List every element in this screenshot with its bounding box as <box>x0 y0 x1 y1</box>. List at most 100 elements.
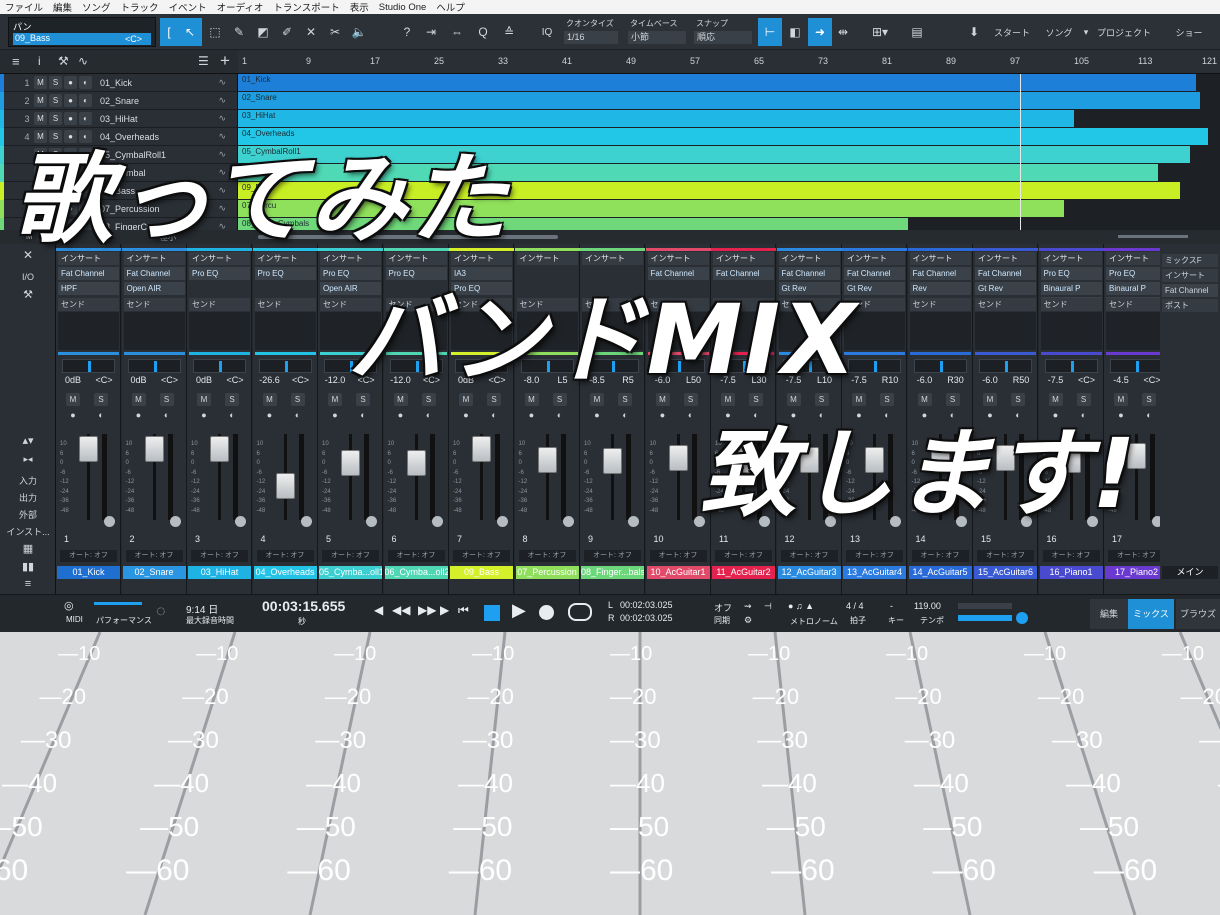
menu-item[interactable]: トランスポート <box>268 0 344 14</box>
automation-mode[interactable]: オート: オフ <box>780 550 838 562</box>
mute-button[interactable]: M <box>262 393 277 406</box>
mute-tool-icon[interactable]: ✕ <box>300 18 322 46</box>
list-icon[interactable]: ≡ <box>12 54 20 69</box>
insert-plugin[interactable]: HPF <box>58 282 119 295</box>
mute-button[interactable]: M <box>328 393 342 406</box>
audio-clip[interactable]: 01_Kick <box>238 74 1196 91</box>
volume-readout[interactable]: -12.0 <box>320 375 350 385</box>
volume-readout[interactable]: -6.0 <box>975 375 1005 385</box>
solo-button[interactable]: S <box>290 393 305 406</box>
stop-button[interactable] <box>484 605 500 621</box>
trim-knob[interactable] <box>300 516 312 527</box>
metronome-click-icon[interactable]: ● ♫ ▲ <box>788 601 814 611</box>
solo-button[interactable]: S <box>94 393 108 406</box>
monitor-icon[interactable]: ◐ <box>422 409 436 422</box>
channel-name[interactable]: 08_Finger...bals <box>581 566 644 579</box>
volume-readout[interactable]: 0dB <box>124 375 154 385</box>
automation-mode[interactable]: オート: オフ <box>846 550 903 562</box>
automation-mode[interactable]: オート: オフ <box>1042 550 1100 562</box>
track-options-icon[interactable]: ☰ <box>198 54 209 68</box>
timeline-ruler[interactable]: 1 9 17 25 33 41 49 57 65 73 81 89 97 105 113 121 <box>238 50 1220 74</box>
send-header[interactable]: センド <box>1106 298 1167 311</box>
external-label[interactable]: 外部 <box>0 508 56 521</box>
trim-knob[interactable] <box>169 516 181 527</box>
volume-readout[interactable]: -26.6 <box>255 375 285 385</box>
layout-icon[interactable]: ⊞▾ <box>862 18 898 46</box>
bracket-tool[interactable]: [ <box>160 18 178 46</box>
automation-mode[interactable]: オート: オフ <box>256 550 314 562</box>
snap-box[interactable]: スナップ 順応 <box>692 17 752 47</box>
pan-readout[interactable]: <C> <box>155 375 185 385</box>
browse-tab[interactable]: ブラウズ <box>1176 599 1220 629</box>
track-name[interactable]: 02_Snare <box>100 96 139 106</box>
track-mute[interactable]: M <box>34 94 47 107</box>
insert-header[interactable]: インサート <box>1106 252 1167 265</box>
record-arm-icon[interactable]: ● <box>394 409 408 422</box>
volume-readout[interactable]: -7.5 <box>1041 375 1071 385</box>
record-arm-icon[interactable]: ● <box>328 409 342 422</box>
insert-plugin[interactable]: Pro EQ <box>1040 267 1102 280</box>
key-value[interactable]: - <box>890 601 893 611</box>
record-arm-icon[interactable]: ● <box>66 409 80 422</box>
channel-name[interactable]: 13_AcGuitar4 <box>843 566 906 579</box>
monitor-icon[interactable]: ◐ <box>94 409 108 422</box>
track-name[interactable]: 01_Kick <box>100 78 132 88</box>
meter-icon[interactable]: ▮▮ <box>0 560 56 573</box>
send-slot-area[interactable] <box>1106 312 1167 350</box>
insert-plugin[interactable]: Fat Channel <box>975 267 1036 280</box>
record-arm-icon[interactable]: ● <box>459 409 473 422</box>
quantize-box[interactable]: クオンタイズ 1/16 <box>562 17 618 47</box>
monitor-icon[interactable]: ◐ <box>684 409 698 422</box>
automation-mode[interactable]: オート: オフ <box>911 550 969 562</box>
automation-mode[interactable]: オート: オフ <box>518 550 576 562</box>
track-record[interactable]: ● <box>64 94 77 107</box>
pan-slider[interactable] <box>1044 359 1098 373</box>
send-header[interactable]: センド <box>254 298 316 311</box>
automation-mode[interactable]: オート: オフ <box>715 550 772 562</box>
volume-fader[interactable] <box>668 444 688 471</box>
tempo-value[interactable]: 119.00 <box>914 601 941 611</box>
pan-slider[interactable] <box>62 359 115 373</box>
timebase-value[interactable]: 小節 <box>628 31 686 44</box>
automation-mode[interactable]: オート: オフ <box>649 550 707 562</box>
track-record[interactable]: ● <box>64 76 77 89</box>
trim-knob[interactable] <box>104 516 115 527</box>
settings-icon[interactable]: ⚙ <box>744 615 752 626</box>
pan-slider[interactable] <box>193 359 246 373</box>
volume-fader[interactable] <box>406 450 426 477</box>
volume-slider[interactable] <box>958 615 1012 621</box>
menu-icon[interactable]: ≡ <box>0 578 56 590</box>
channel-name[interactable]: 10_AcGuitar1 <box>646 566 710 579</box>
menu-item[interactable]: ヘルプ <box>431 0 470 14</box>
track-solo[interactable]: S <box>49 76 62 89</box>
time-display[interactable]: 00:03:15.655 <box>262 598 345 614</box>
insert-plugin[interactable]: Fat Channel <box>58 267 119 280</box>
automation-mode[interactable]: オート: オフ <box>191 550 248 562</box>
listen-tool-icon[interactable]: 🔈 <box>348 18 370 46</box>
panel-icon[interactable]: ▦ <box>0 542 56 555</box>
track-mute[interactable]: M <box>34 76 47 89</box>
send-header[interactable]: センド <box>1040 298 1102 311</box>
volume-fader[interactable] <box>472 436 491 463</box>
monitor-icon[interactable]: ◐ <box>618 409 632 422</box>
timebase-box[interactable]: タイムベース 小節 <box>626 17 686 47</box>
insert-plugin[interactable]: Fat Channel <box>909 267 971 280</box>
channel-name[interactable]: 15_AcGuitar6 <box>974 566 1037 579</box>
insert-plugin[interactable]: Open AIR <box>123 282 185 295</box>
monitor-icon[interactable]: ◐ <box>1142 409 1156 422</box>
channel-name[interactable]: 06_Cymba...oll2 <box>384 566 448 579</box>
song-dropdown-icon[interactable]: ▾ <box>1080 18 1092 46</box>
send-slot-area[interactable] <box>123 312 185 350</box>
channel-name[interactable]: 03_HiHat <box>188 566 251 579</box>
solo-button[interactable]: S <box>159 393 174 406</box>
send-slot-area[interactable] <box>58 312 119 350</box>
volume-fader[interactable] <box>144 436 164 463</box>
output-label[interactable]: 出力 <box>0 491 56 504</box>
play-icon[interactable]: ▶ <box>512 600 526 621</box>
arrow-tool-icon[interactable]: ↖ <box>178 18 202 46</box>
send-slot-area[interactable] <box>254 312 316 350</box>
channel-name[interactable]: 02_Snare <box>122 566 186 579</box>
audio-clip[interactable]: 02_Snare <box>238 92 1200 109</box>
automation-icon[interactable]: ∿ <box>78 54 88 68</box>
insert-plugin[interactable]: Pro EQ <box>1106 267 1167 280</box>
